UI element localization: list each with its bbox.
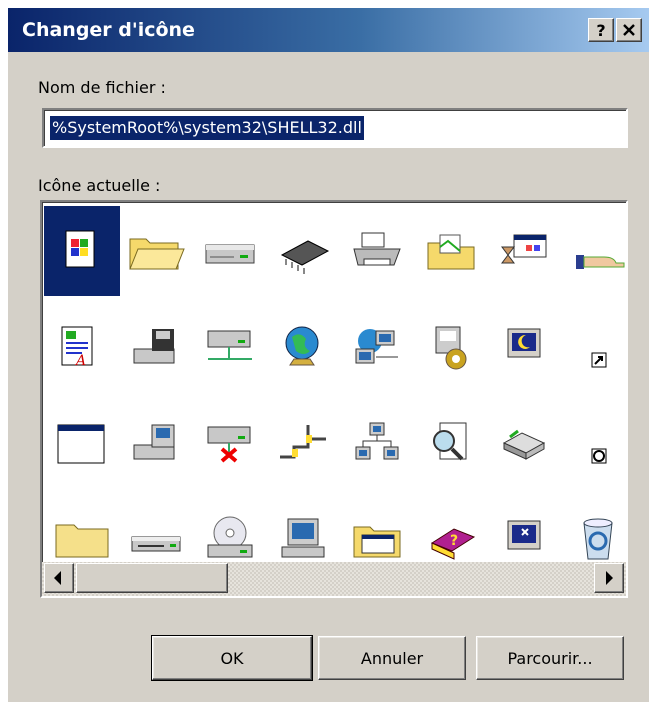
shortcut-arrow-icon [591, 352, 607, 368]
computer-cd-icon [133, 424, 175, 460]
scroll-left-button[interactable] [44, 563, 74, 593]
folder-docs-icon [427, 234, 475, 270]
icon-item[interactable] [192, 206, 268, 296]
computer-floppy-icon [133, 329, 175, 364]
icon-item[interactable] [488, 206, 564, 296]
icon-item[interactable] [44, 398, 120, 488]
filename-value: %SystemRoot%\system32\SHELL32.dll [50, 116, 364, 140]
icon-item[interactable] [340, 398, 416, 488]
search-document-icon [433, 422, 467, 461]
network-drive-icon [207, 330, 252, 360]
folder-closed-icon [55, 524, 109, 558]
icon-item[interactable] [266, 302, 342, 392]
icon-item[interactable] [340, 302, 416, 392]
icon-item[interactable] [340, 206, 416, 296]
icon-item[interactable] [488, 302, 564, 392]
scroll-right-button[interactable] [594, 563, 624, 593]
icon-item[interactable] [44, 206, 120, 296]
folder-open-icon [129, 238, 185, 270]
icon-item[interactable] [118, 398, 194, 488]
title-bar: Changer d'icône ? [8, 8, 649, 52]
ok-button[interactable]: OK [151, 635, 313, 681]
icon-item[interactable] [414, 398, 490, 488]
help-button[interactable]: ? [588, 18, 614, 42]
close-icon [623, 24, 635, 36]
icon-item[interactable] [192, 398, 268, 488]
current-icon-label: Icône actuelle : [38, 176, 161, 195]
icon-item[interactable] [118, 206, 194, 296]
scroll-thumb[interactable] [76, 563, 228, 593]
hourglass-window-icon [501, 234, 547, 264]
icon-item[interactable] [562, 206, 626, 296]
network-computers-icon [355, 329, 398, 364]
monitor-icon [507, 520, 541, 550]
icon-list[interactable]: A? [40, 200, 628, 598]
help-book-icon: ? [430, 528, 476, 560]
icon-item[interactable] [488, 398, 564, 488]
recycle-bin-icon [583, 518, 613, 560]
cancel-button[interactable]: Annuler [318, 636, 466, 680]
icon-item[interactable] [414, 206, 490, 296]
desktop-computer-icon [281, 518, 325, 558]
server-icon [502, 429, 546, 460]
clock-overlay-icon [591, 448, 607, 464]
dialog-title: Changer d'icône [22, 19, 195, 41]
icon-item[interactable] [118, 302, 194, 392]
icon-item[interactable] [192, 302, 268, 392]
hard-drive-icon [131, 536, 181, 552]
arrow-right-icon [606, 571, 613, 585]
control-panel-icon [435, 326, 467, 370]
cd-drive-icon [207, 516, 253, 558]
icon-item[interactable] [414, 302, 490, 392]
filename-label: Nom de fichier : [38, 78, 166, 97]
close-button[interactable] [616, 18, 642, 42]
drive-icon [205, 244, 255, 264]
disconnected-drive-icon [207, 426, 251, 463]
printer-icon [353, 232, 401, 266]
pipe-icon [280, 425, 326, 459]
program-folder-icon [353, 526, 401, 558]
icon-item[interactable] [562, 302, 626, 392]
text-document-icon: A [61, 326, 93, 369]
sharing-hand-icon [576, 255, 625, 269]
windows-document-icon [65, 230, 95, 268]
icon-item[interactable] [562, 398, 626, 488]
svg-text:A: A [74, 353, 86, 369]
horizontal-scrollbar[interactable] [42, 562, 626, 596]
globe-icon [285, 326, 319, 366]
browse-button[interactable]: Parcourir... [476, 636, 624, 680]
arrow-left-icon [54, 571, 61, 585]
svg-text:?: ? [450, 533, 458, 549]
network-tree-icon [355, 422, 399, 460]
filename-field[interactable]: %SystemRoot%\system32\SHELL32.dll [42, 108, 628, 148]
monitor-moon-icon [507, 328, 541, 358]
chip-icon [280, 240, 330, 274]
window-icon [57, 424, 105, 464]
icon-item[interactable] [266, 206, 342, 296]
icon-item[interactable] [266, 398, 342, 488]
icon-item[interactable]: A [44, 302, 120, 392]
